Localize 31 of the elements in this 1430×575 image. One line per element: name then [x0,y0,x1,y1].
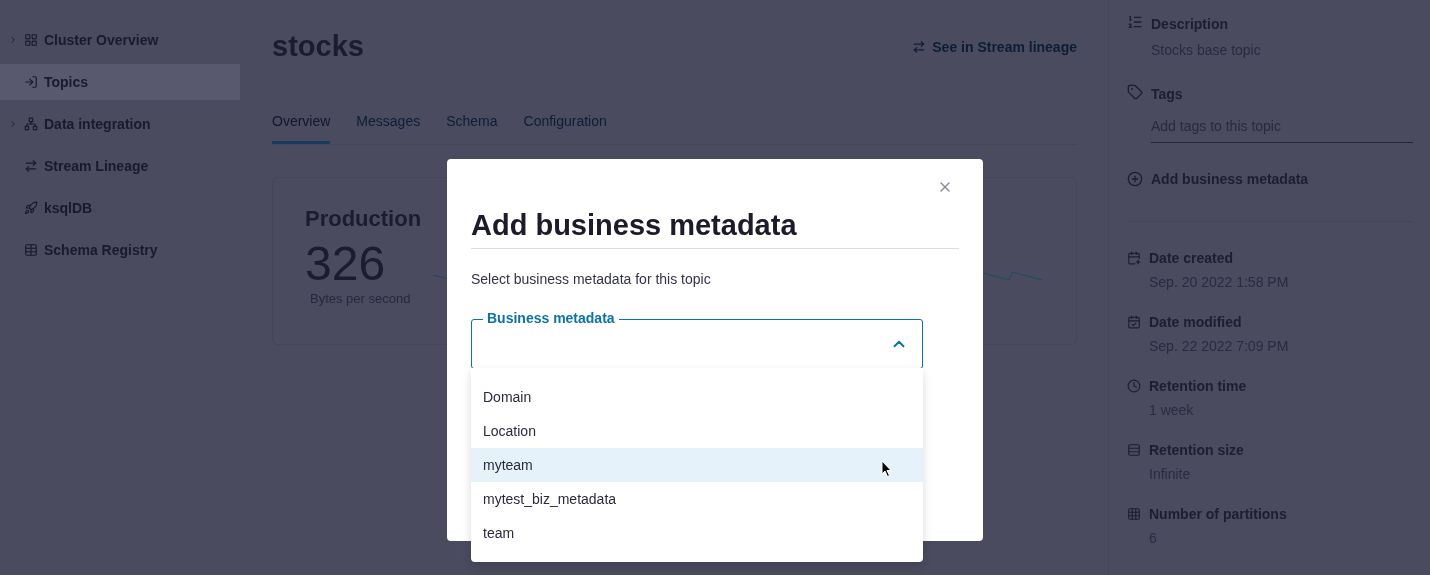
tab[interactable]: Overview [272,113,331,144]
tab[interactable]: Messages [356,113,421,144]
calendar-plus-icon [1127,251,1141,265]
table-icon [24,243,38,257]
chevron-icon [8,35,18,45]
list-icon [1127,14,1143,30]
grid-icon [1127,507,1141,521]
dropdown-option[interactable]: team [471,516,923,550]
dialog-title: Add business metadata [471,209,959,249]
network-icon [24,117,38,131]
arrows-icon [24,159,38,173]
tab[interactable]: Schema [446,113,498,144]
lineage-link[interactable]: See in Stream lineage [912,38,1077,55]
clock-icon [1127,379,1141,393]
cursor-icon [881,460,893,478]
dropdown-option[interactable]: Domain [471,380,923,414]
dropdown-option[interactable]: Location [471,414,923,448]
dropdown-option[interactable]: mytest_biz_metadata [471,482,923,516]
arrows-icon [912,39,927,54]
chevron-icon [8,119,18,129]
sidebar-item[interactable]: Topics [0,64,240,100]
tab[interactable]: Configuration [523,113,607,144]
dialog-subtitle: Select business metadata for this topic [471,271,711,287]
login-icon [24,75,38,89]
plus-icon [1127,171,1143,187]
grid-icon [24,33,38,47]
calendar-check-icon [1127,315,1141,329]
rocket-icon [24,201,38,215]
dropdown-option[interactable]: myteam [471,448,923,482]
tag-icon [1127,84,1143,100]
rows-icon [1127,443,1141,457]
